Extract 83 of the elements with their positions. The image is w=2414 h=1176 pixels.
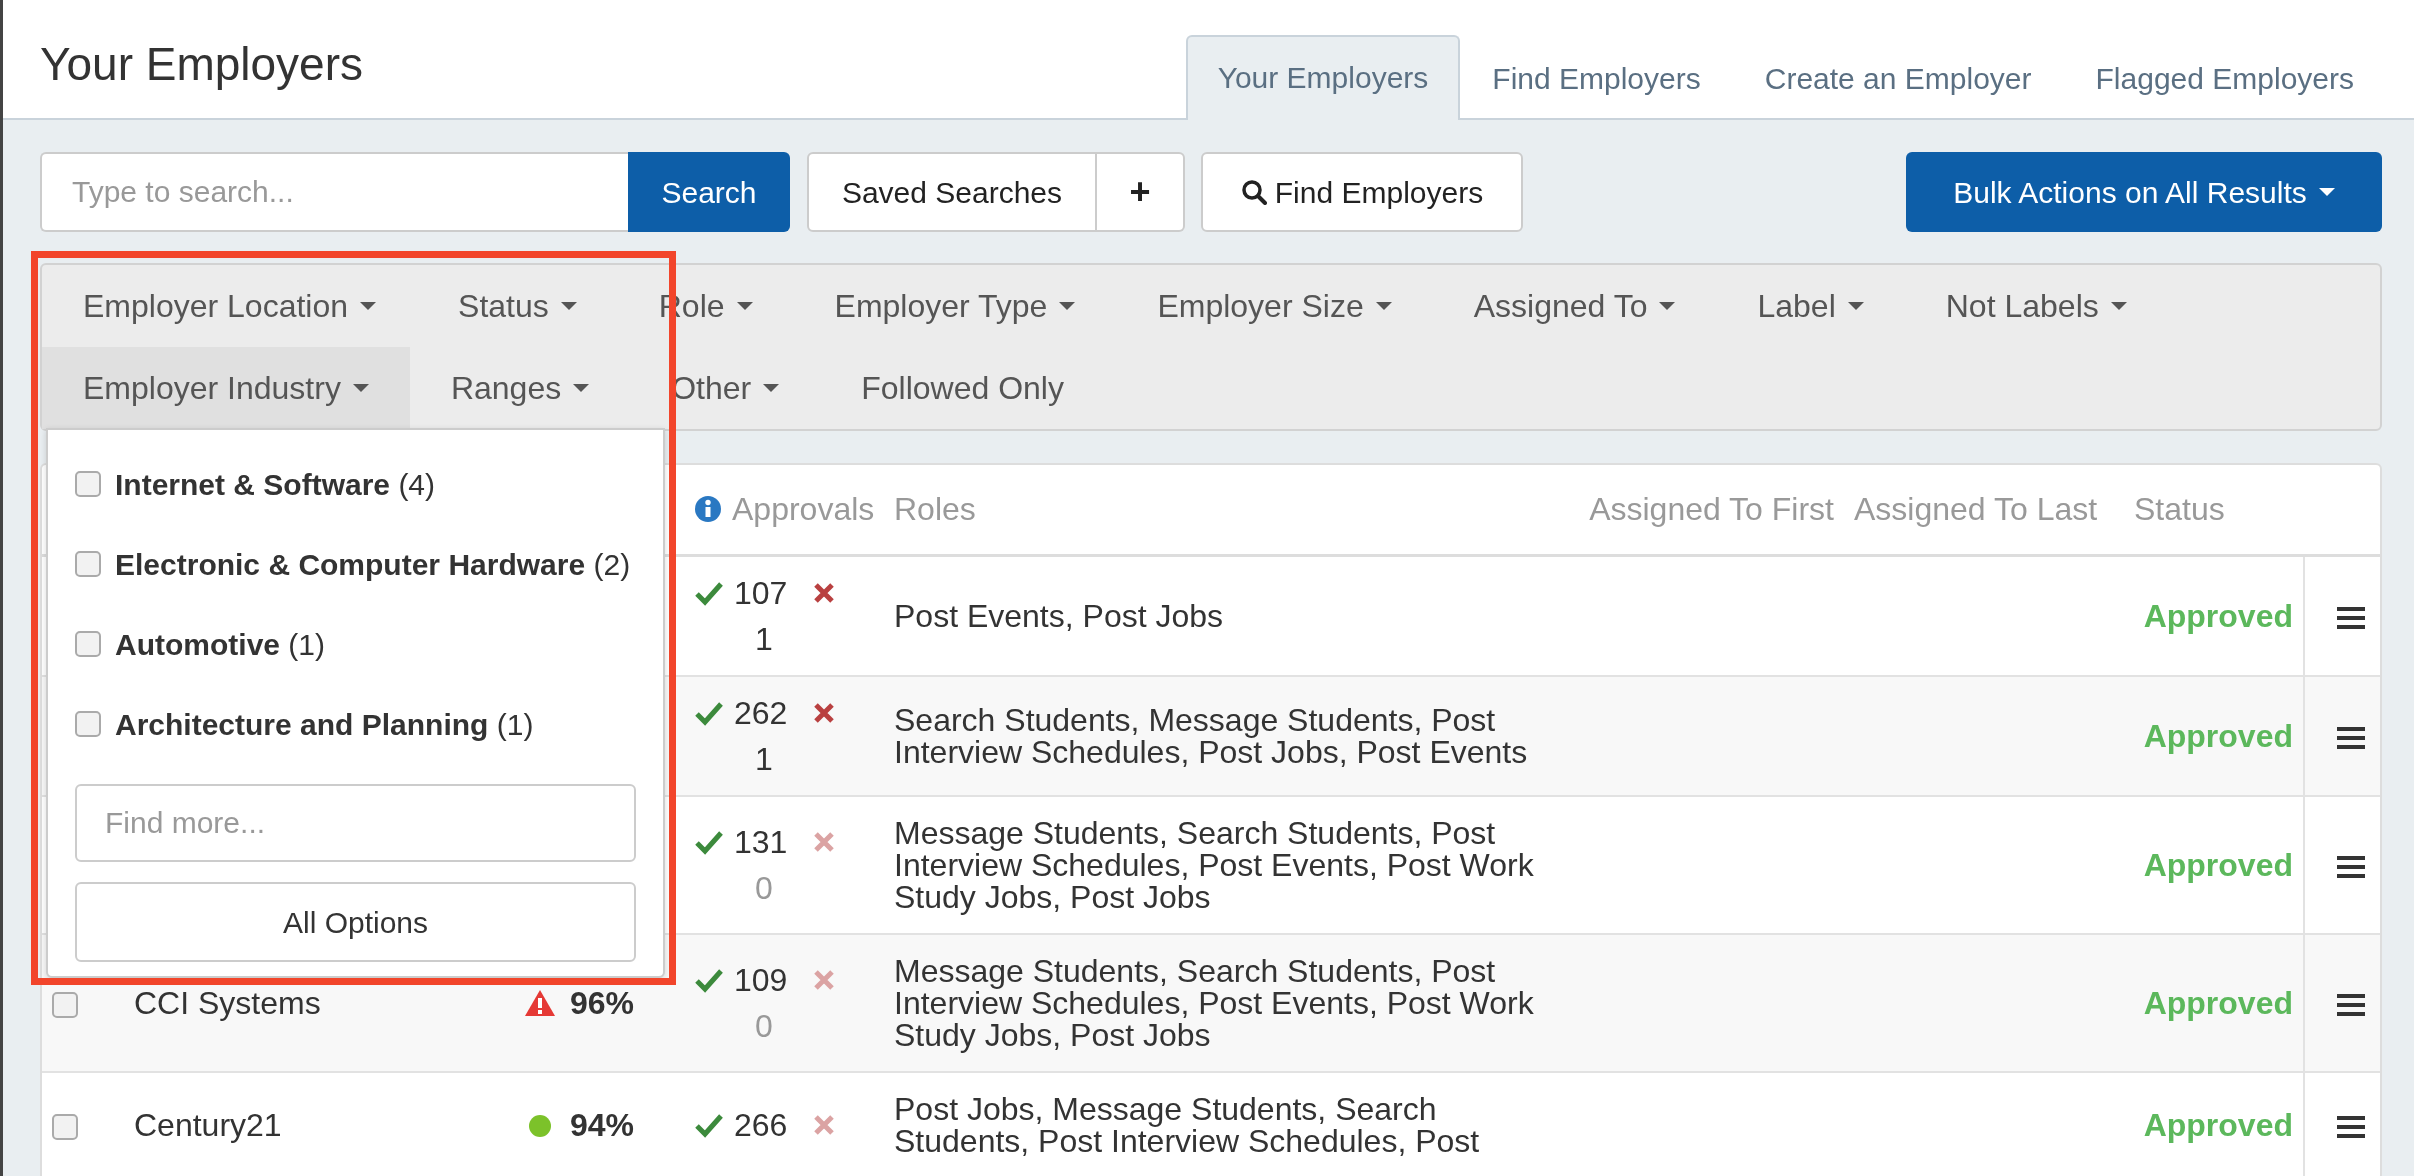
caret-icon	[763, 384, 780, 392]
status-text: Approved	[2143, 846, 2293, 883]
approved-count: 109	[734, 963, 789, 996]
caret-icon	[1659, 302, 1676, 310]
tab[interactable]: Create an Employer	[1732, 35, 2064, 120]
roles-text: Message Students, Search Students, Post Interview Schedules, Post Events, Post Work Study Jobs, Post Jobs	[894, 814, 1534, 915]
menu-icon	[2335, 725, 2366, 752]
filter-item[interactable]: Employer Size	[1116, 265, 1433, 347]
employer-name: CCI Systems	[134, 984, 321, 1021]
filter-item[interactable]: Followed Only	[820, 347, 1105, 429]
filter-item[interactable]: Employer Location	[42, 265, 418, 347]
caret-icon	[2318, 188, 2335, 196]
tab[interactable]: Find Employers	[1460, 35, 1733, 120]
caret-icon	[573, 384, 590, 392]
checkbox[interactable]	[75, 471, 101, 497]
find-more-field[interactable]: Find more...	[75, 784, 636, 862]
menu-icon	[2335, 992, 2366, 1019]
caret-icon	[1847, 302, 1864, 310]
option-label: Electronic & Computer Hardware (2)	[115, 546, 631, 583]
column-header: Roles	[894, 491, 976, 528]
score: 94%	[570, 1108, 635, 1141]
approved-count: 131	[734, 825, 789, 858]
row-checkbox[interactable]	[52, 1114, 78, 1141]
column-header: Approvals	[732, 490, 875, 530]
checkbox[interactable]	[75, 551, 101, 577]
roles-text: Post Jobs, Message Students, Search Students, Post Interview Schedules, Post	[894, 1090, 1480, 1159]
rejected-count: 1	[754, 622, 774, 655]
saved-searches-button[interactable]: Saved Searches	[807, 152, 1097, 232]
menu-icon	[2335, 605, 2366, 632]
search-button[interactable]: Search	[628, 152, 790, 232]
find-employers-button[interactable]: Find Employers	[1201, 152, 1523, 232]
checkbox-option[interactable]: Architecture and Planning (1)	[75, 684, 636, 764]
add-button[interactable]: +	[1097, 152, 1185, 232]
filter-item[interactable]: Assigned To	[1432, 265, 1717, 347]
all-options-button[interactable]: All Options	[75, 882, 636, 962]
search-icon	[1240, 179, 1267, 205]
caret-icon	[1375, 302, 1392, 310]
roles-text: Search Students, Message Students, Post Interview Schedules, Post Jobs, Post Events	[894, 701, 1528, 770]
rejected-count: 0	[754, 871, 774, 904]
checkbox-option[interactable]: Internet & Software (4)	[75, 444, 636, 524]
column-header: Assigned To First	[1589, 491, 1834, 528]
checkbox[interactable]	[75, 631, 101, 657]
rejected-count: 1	[754, 742, 774, 775]
approved-count: 107	[734, 576, 789, 609]
filter-item[interactable]: Not Labels	[1904, 265, 2168, 347]
status-text: Approved	[2143, 1106, 2293, 1143]
bulk-actions-button[interactable]: Bulk Actions on All Results	[1906, 152, 2382, 232]
tab[interactable]: Your Employers	[1185, 35, 1461, 120]
filter-item[interactable]: Status	[417, 265, 618, 347]
caret-icon	[360, 302, 377, 310]
rejected-count: 0	[754, 1009, 774, 1042]
roles-text: Post Events, Post Jobs	[894, 597, 1224, 634]
info-icon	[694, 495, 722, 524]
row-checkbox[interactable]	[52, 992, 78, 1019]
status-text: Approved	[2143, 717, 2293, 754]
status-text: Approved	[2143, 597, 2293, 634]
filter-item[interactable]: Employer Industry	[42, 347, 410, 429]
checkbox-option[interactable]: Electronic & Computer Hardware (2)	[75, 524, 636, 604]
status-text: Approved	[2143, 984, 2293, 1021]
checkbox-option[interactable]: Automotive (1)	[75, 604, 636, 684]
caret-icon	[1059, 302, 1076, 310]
approved-count: 266	[734, 1108, 789, 1141]
option-label: Automotive (1)	[115, 626, 325, 663]
menu-icon	[2335, 1114, 2366, 1141]
caret-icon	[352, 384, 369, 392]
option-label: Internet & Software (4)	[115, 466, 436, 503]
search-field[interactable]: Type to search...	[40, 152, 628, 232]
page-title: Your Employers	[40, 37, 363, 92]
column-header: Status	[2134, 491, 2225, 528]
option-label: Architecture and Planning (1)	[115, 706, 534, 743]
approved-count: 262	[734, 696, 789, 729]
checkbox[interactable]	[75, 711, 101, 737]
caret-icon	[736, 302, 753, 310]
roles-text: Message Students, Search Students, Post Interview Schedules, Post Events, Post Work Study Jobs, Post Jobs	[894, 952, 1534, 1053]
filter-item[interactable]: Label	[1716, 265, 1905, 347]
caret-icon	[2110, 302, 2127, 310]
tab[interactable]: Flagged Employers	[2063, 35, 2386, 120]
score: 96%	[570, 986, 635, 1019]
caret-icon	[560, 302, 577, 310]
column-header: Assigned To Last	[1854, 491, 2098, 528]
employer-name: Century21	[134, 1106, 282, 1143]
filter-item[interactable]: Employer Type	[793, 265, 1117, 347]
menu-icon	[2335, 854, 2366, 881]
